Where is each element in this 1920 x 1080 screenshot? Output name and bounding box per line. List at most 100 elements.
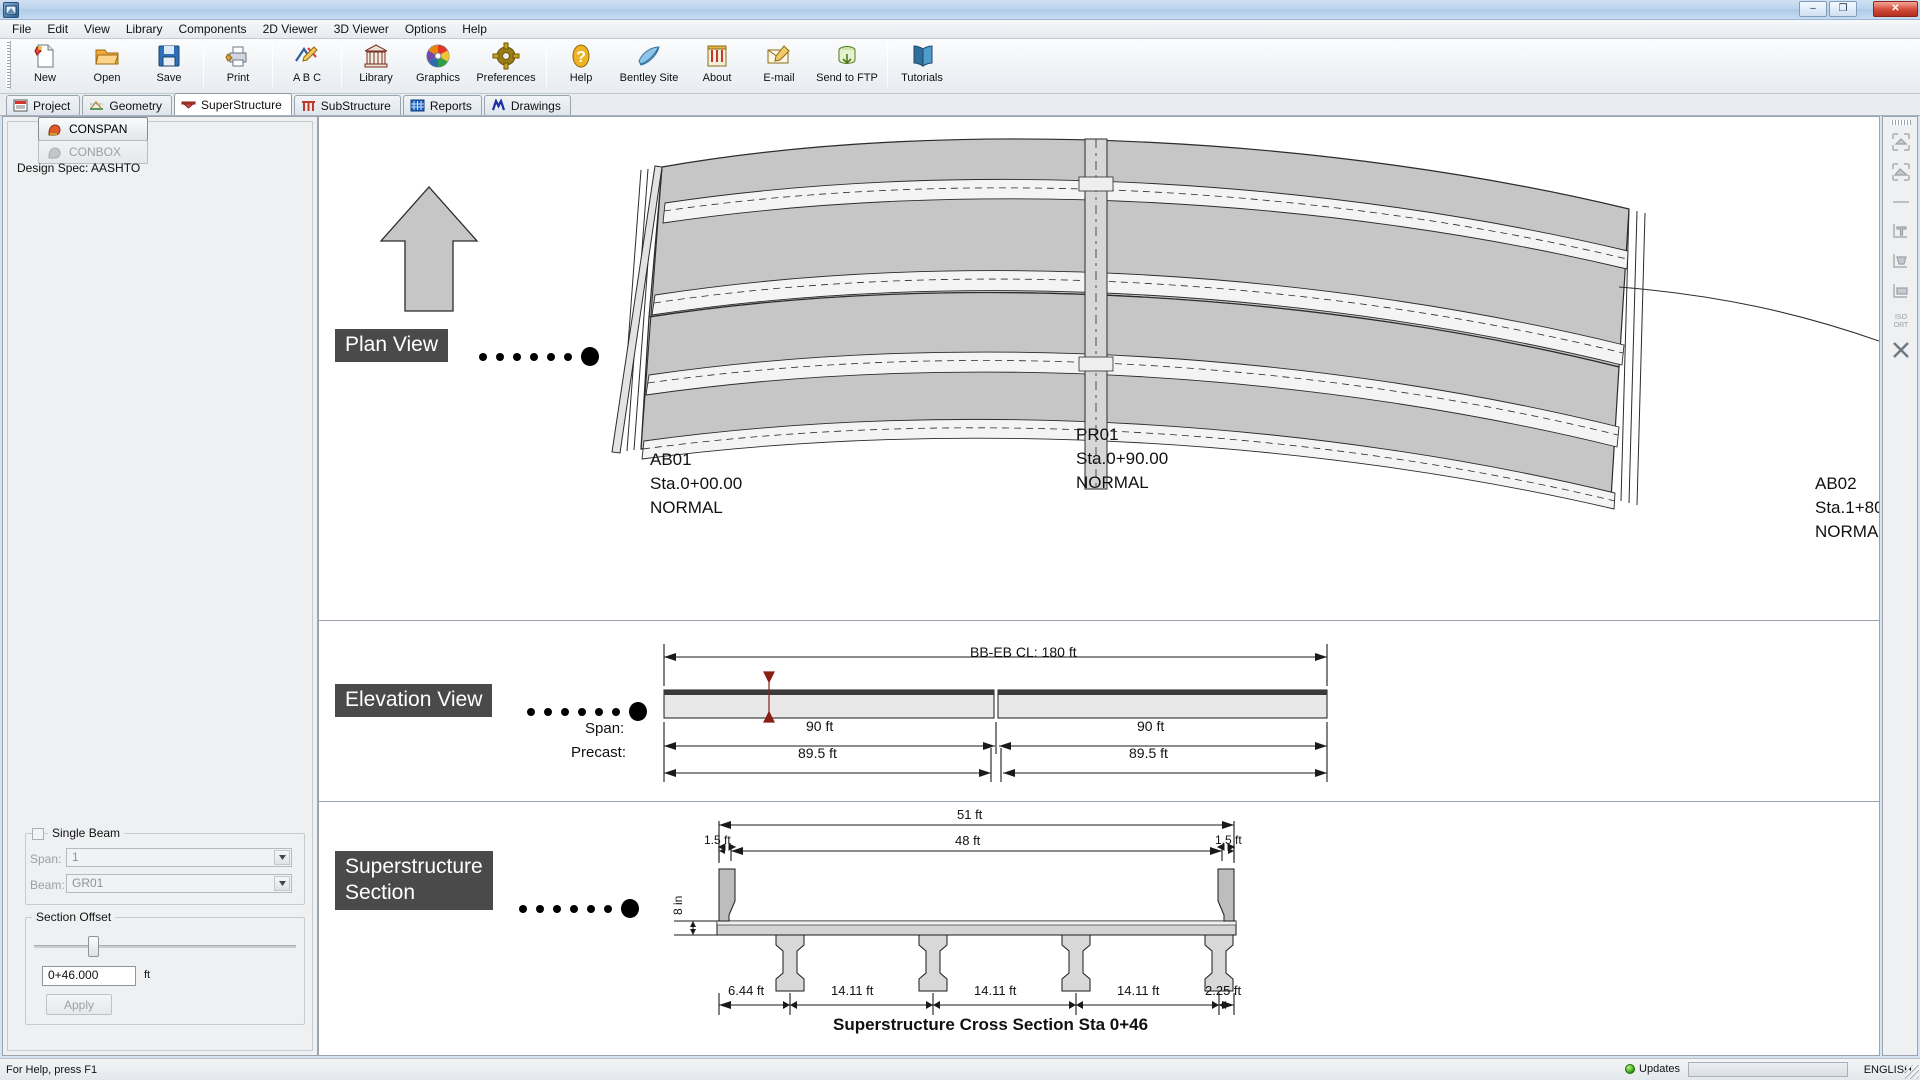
minimize-button[interactable]: – [1799, 1, 1827, 17]
section-spacing-4-label: 14.11 ft [1117, 983, 1160, 998]
elevation-span-row-label: Span: [585, 720, 625, 737]
status-bar: For Help, press F1 Updates ENGLISH [0, 1058, 1920, 1080]
tab-label-drawings: Drawings [510, 98, 561, 113]
elevation-view-pane[interactable]: Elevation View BB-EB CL: 180 ft Span: Pr… [319, 622, 1879, 802]
superstructure-left-panel: CONSPAN CONBOX Design Spec: AASHTO Singl… [2, 116, 318, 1056]
menu-item-help[interactable]: Help [454, 20, 495, 38]
main-toolbar: New Open Save Print A B C Library Graphi… [0, 39, 1920, 94]
status-progress-bar [1688, 1062, 1848, 1077]
reports-icon [410, 99, 425, 112]
toolbar-separator-5 [887, 43, 888, 87]
resize-grip[interactable] [1905, 1065, 1919, 1079]
close-view-button[interactable] [1888, 337, 1914, 363]
right-toolbar-grip[interactable] [1891, 120, 1911, 125]
toolbar-grip[interactable] [6, 41, 11, 89]
dimension-horizontal-icon [1891, 192, 1911, 212]
drawing-canvas[interactable]: Plan View AB01 Sta.0+00.00 NORMAL PR01 S… [318, 116, 1880, 1056]
tab-project[interactable]: Project [6, 95, 81, 115]
toolbar-button-new[interactable]: New [14, 39, 76, 91]
toolbar-button-abc[interactable]: A B C [276, 39, 338, 91]
dimension-tee-button[interactable] [1888, 217, 1914, 243]
menu-item-options[interactable]: Options [397, 20, 454, 38]
menu-item-3d-viewer[interactable]: 3D Viewer [326, 20, 397, 38]
tutorials-icon [908, 42, 936, 70]
toolbar-button-preferences[interactable]: Preferences [469, 39, 543, 91]
dimension-box-button[interactable] [1888, 247, 1914, 273]
spellcheck-icon [293, 42, 321, 70]
plan-view-tag: Plan View [335, 329, 449, 362]
toolbar-label-library: Library [359, 72, 393, 84]
toolbar-button-bentley-site[interactable]: Bentley Site [612, 39, 686, 91]
section-box-icon [1891, 280, 1911, 300]
elevation-view-tag: Elevation View [335, 684, 493, 717]
toolbar-label-bentley-site: Bentley Site [619, 72, 679, 84]
module-tab-strip: Project Geometry SuperStructure SubStruc… [0, 93, 1920, 116]
print-icon [224, 42, 252, 70]
superstructure-section-pane[interactable]: Superstructure Section 51 ft 48 ft 1.5 f… [319, 803, 1879, 1055]
toolbar-separator-1 [203, 43, 204, 87]
orthographic-toggle-button[interactable]: ISO ORT [1888, 307, 1914, 333]
toolbar-button-print[interactable]: Print [207, 39, 269, 91]
plan-view-pane[interactable]: Plan View AB01 Sta.0+00.00 NORMAL PR01 S… [319, 117, 1879, 621]
design-spec-text: Design Spec: AASHTO [17, 161, 141, 175]
conspan-button[interactable]: CONSPAN [38, 117, 148, 141]
section-offset-slider-thumb[interactable] [88, 936, 99, 957]
toolbar-button-about[interactable]: About [686, 39, 748, 91]
menu-item-library[interactable]: Library [118, 20, 171, 38]
toolbar-button-help[interactable]: ? Help [550, 39, 612, 91]
tab-geometry[interactable]: Geometry [82, 95, 173, 115]
dimension-horizontal-button[interactable] [1888, 189, 1914, 215]
toolbar-label-about: About [702, 72, 732, 84]
plan-view-leader-dots [479, 347, 599, 366]
beam-field-label: Beam: [30, 878, 65, 892]
geometry-icon [89, 99, 104, 112]
beam-value: GR01 [72, 876, 104, 890]
toolbar-label-new: New [33, 72, 56, 84]
section-box-button[interactable] [1888, 277, 1914, 303]
elevation-view-leader-dots [527, 702, 647, 721]
tab-drawings[interactable]: Drawings [483, 95, 571, 115]
toolbar-label-save: Save [156, 72, 182, 84]
beam-combobox[interactable]: GR01 [66, 874, 292, 893]
orthographic-icon: ISO ORT [1890, 310, 1912, 330]
menu-item-edit[interactable]: Edit [39, 20, 76, 38]
svg-text:?: ? [576, 49, 586, 66]
toolbar-button-tutorials[interactable]: Tutorials [891, 39, 953, 91]
app-icon [3, 2, 19, 18]
close-button[interactable]: ✕ [1873, 1, 1918, 17]
updates-label: Updates [1639, 1063, 1680, 1075]
bentley-site-icon [635, 42, 663, 70]
zoom-fit-button[interactable] [1888, 129, 1914, 155]
span-combobox[interactable]: 1 [66, 848, 292, 867]
menu-item-components[interactable]: Components [171, 20, 255, 38]
updates-indicator[interactable]: Updates [1625, 1063, 1680, 1075]
section-offset-slider-track[interactable] [34, 945, 296, 948]
toolbar-button-email[interactable]: E-mail [748, 39, 810, 91]
maximize-button[interactable]: ❐ [1829, 1, 1857, 17]
single-beam-checkbox[interactable] [32, 828, 44, 840]
menu-item-view[interactable]: View [76, 20, 118, 38]
tab-superstructure[interactable]: SuperStructure [174, 93, 292, 115]
plan-abutment-1-label: AB01 Sta.0+00.00 NORMAL [650, 450, 743, 517]
menu-item-file[interactable]: File [4, 20, 39, 38]
apply-button[interactable]: Apply [46, 994, 112, 1015]
menu-item-2d-viewer[interactable]: 2D Viewer [255, 20, 326, 38]
close-x-icon [1891, 340, 1911, 360]
beam-chevron-down-icon[interactable] [274, 876, 290, 891]
toolbar-label-help: Help [569, 72, 593, 84]
save-disk-icon [155, 42, 183, 70]
toolbar-button-graphics[interactable]: Graphics [407, 39, 469, 91]
span-chevron-down-icon[interactable] [274, 850, 290, 865]
toolbar-button-save[interactable]: Save [138, 39, 200, 91]
section-offset-input[interactable]: 0+46.000 [42, 966, 136, 986]
close-glyph: ✕ [1891, 3, 1900, 14]
tab-reports[interactable]: Reports [402, 95, 482, 115]
zoom-window-button[interactable] [1888, 159, 1914, 185]
toolbar-button-library[interactable]: Library [345, 39, 407, 91]
toolbar-button-open[interactable]: Open [76, 39, 138, 91]
section-left-barrier-label: 1.5 ft [704, 833, 731, 847]
toolbar-button-send-to-ftp[interactable]: Send to FTP [810, 39, 884, 91]
send-to-ftp-icon [833, 42, 861, 70]
tab-substructure[interactable]: SubStructure [293, 95, 401, 115]
maximize-glyph: ❐ [1838, 3, 1848, 14]
